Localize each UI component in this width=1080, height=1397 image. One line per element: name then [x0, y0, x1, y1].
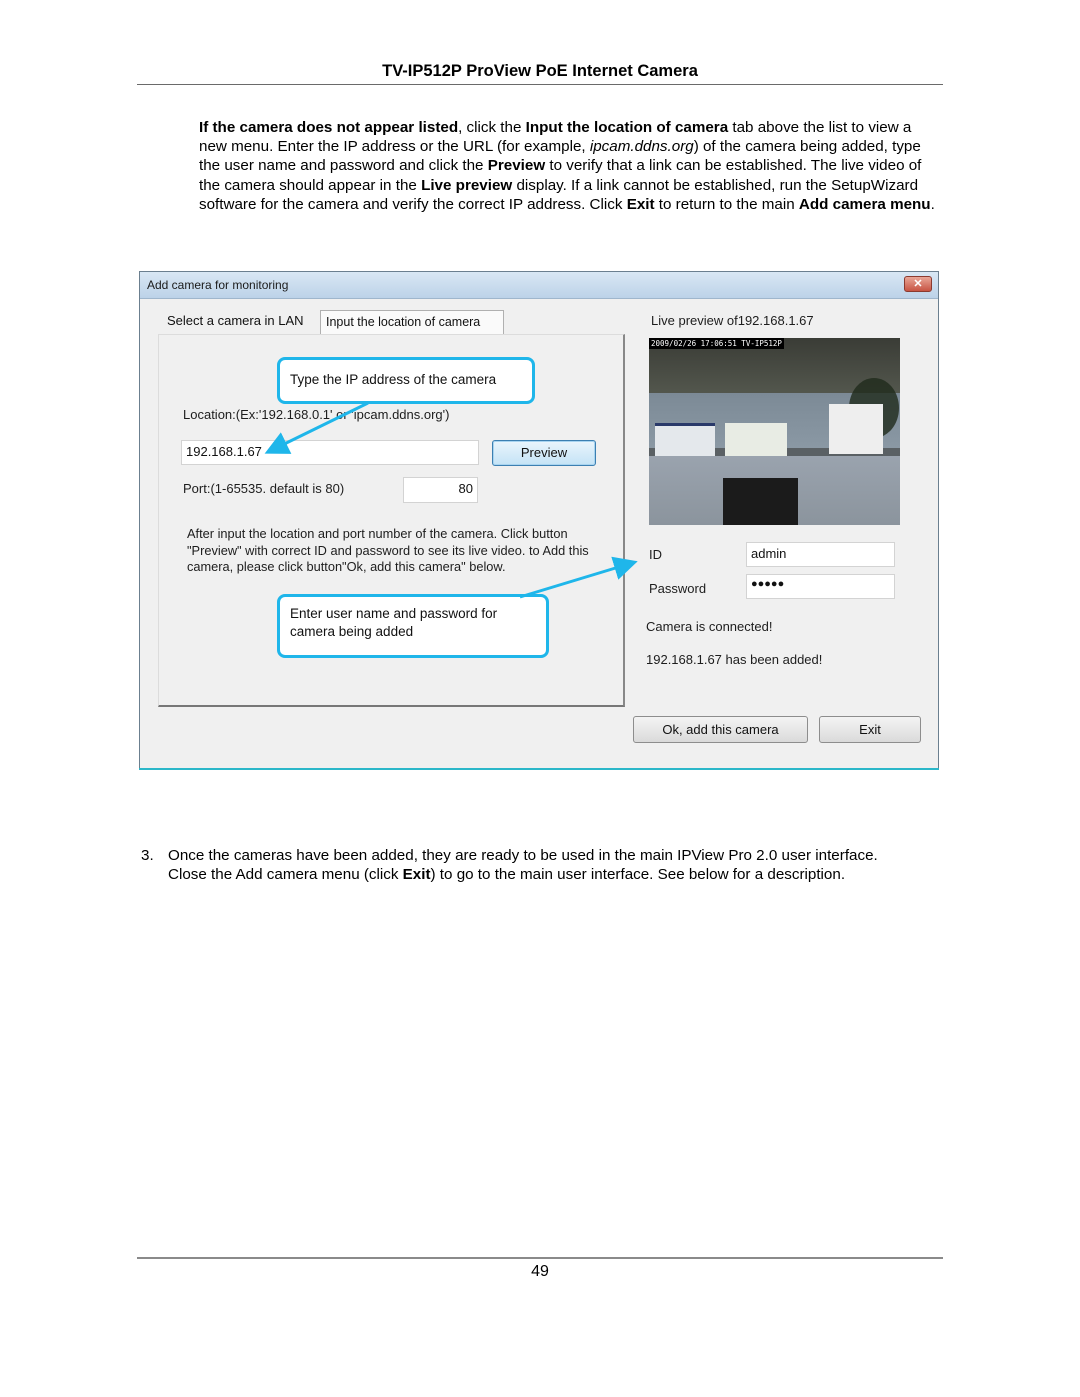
page-header-title: TV-IP512P ProView PoE Internet Camera [382, 62, 698, 80]
password-input[interactable]: ●●●●● [746, 574, 895, 599]
step-text-3: ) to go to the main user interface. See … [430, 866, 846, 884]
intro-bold-13: Add camera menu [798, 195, 931, 213]
dialog-titlebar[interactable]: Add camera for monitoring ✕ [140, 272, 938, 299]
exit-button[interactable]: Exit [819, 716, 921, 743]
intro-italic-5: ipcam.ddns.org [589, 138, 694, 156]
id-label: ID [649, 547, 662, 562]
close-button[interactable]: ✕ [904, 276, 932, 292]
status-added: 192.168.1.67 has been added! [646, 652, 823, 667]
video-doorway [723, 478, 798, 525]
id-input[interactable]: admin [746, 542, 895, 567]
dialog-title: Add camera for monitoring [147, 278, 289, 292]
step-number: 3. [141, 847, 154, 864]
page-number: 49 [531, 1263, 549, 1280]
header-divider [137, 84, 943, 85]
add-camera-dialog: Add camera for monitoring ✕ Select a cam… [139, 271, 939, 770]
step-bold-exit: Exit [402, 866, 431, 884]
intro-bold-9: Live preview [421, 176, 513, 194]
tab-select-camera-in-lan[interactable]: Select a camera in LAN [162, 310, 320, 332]
location-label: Location:(Ex:'192.168.0.1' or 'ipcam.ddn… [183, 407, 450, 422]
intro-paragraph: If the camera does not appear listed, cl… [199, 118, 939, 214]
live-preview-label: Live preview of192.168.1.67 [651, 313, 814, 328]
callout-ip-address: Type the IP address of the camera [277, 357, 535, 404]
intro-bold-11: Exit [626, 195, 655, 213]
password-label: Password [649, 581, 707, 596]
video-product-box [725, 423, 787, 457]
preview-button[interactable]: Preview [492, 440, 596, 466]
instructions-text: After input the location and port number… [187, 526, 589, 574]
intro-text-2: , click the [458, 119, 526, 136]
location-input[interactable]: 192.168.1.67 [181, 440, 479, 465]
status-connected: Camera is connected! [646, 619, 773, 634]
video-timestamp-osd: 2009/02/26 17:06:51 TV-IP512P [649, 338, 784, 349]
callout-credentials: Enter user name and password for camera … [277, 594, 549, 658]
live-preview-video: 2009/02/26 17:06:51 TV-IP512P [649, 338, 900, 525]
step-3-paragraph: 3. Once the cameras have been added, the… [141, 846, 908, 884]
intro-bold-7: Preview [487, 157, 546, 175]
intro-text-14: . [930, 195, 935, 213]
port-input[interactable]: 80 [403, 477, 478, 503]
intro-bold-3: Input the location of camera [525, 119, 729, 136]
intro-bold-1: If the camera does not appear listed [199, 119, 459, 136]
close-icon: ✕ [913, 278, 923, 290]
port-label: Port:(1-65535. default is 80) [183, 481, 345, 496]
tab-input-location[interactable]: Input the location of camera [320, 310, 504, 335]
footer-divider [137, 1257, 943, 1259]
intro-text-12: to return to the main [654, 195, 799, 213]
ok-add-camera-button[interactable]: Ok, add this camera [633, 716, 808, 743]
video-product-box [655, 423, 715, 460]
video-poster [829, 404, 883, 454]
